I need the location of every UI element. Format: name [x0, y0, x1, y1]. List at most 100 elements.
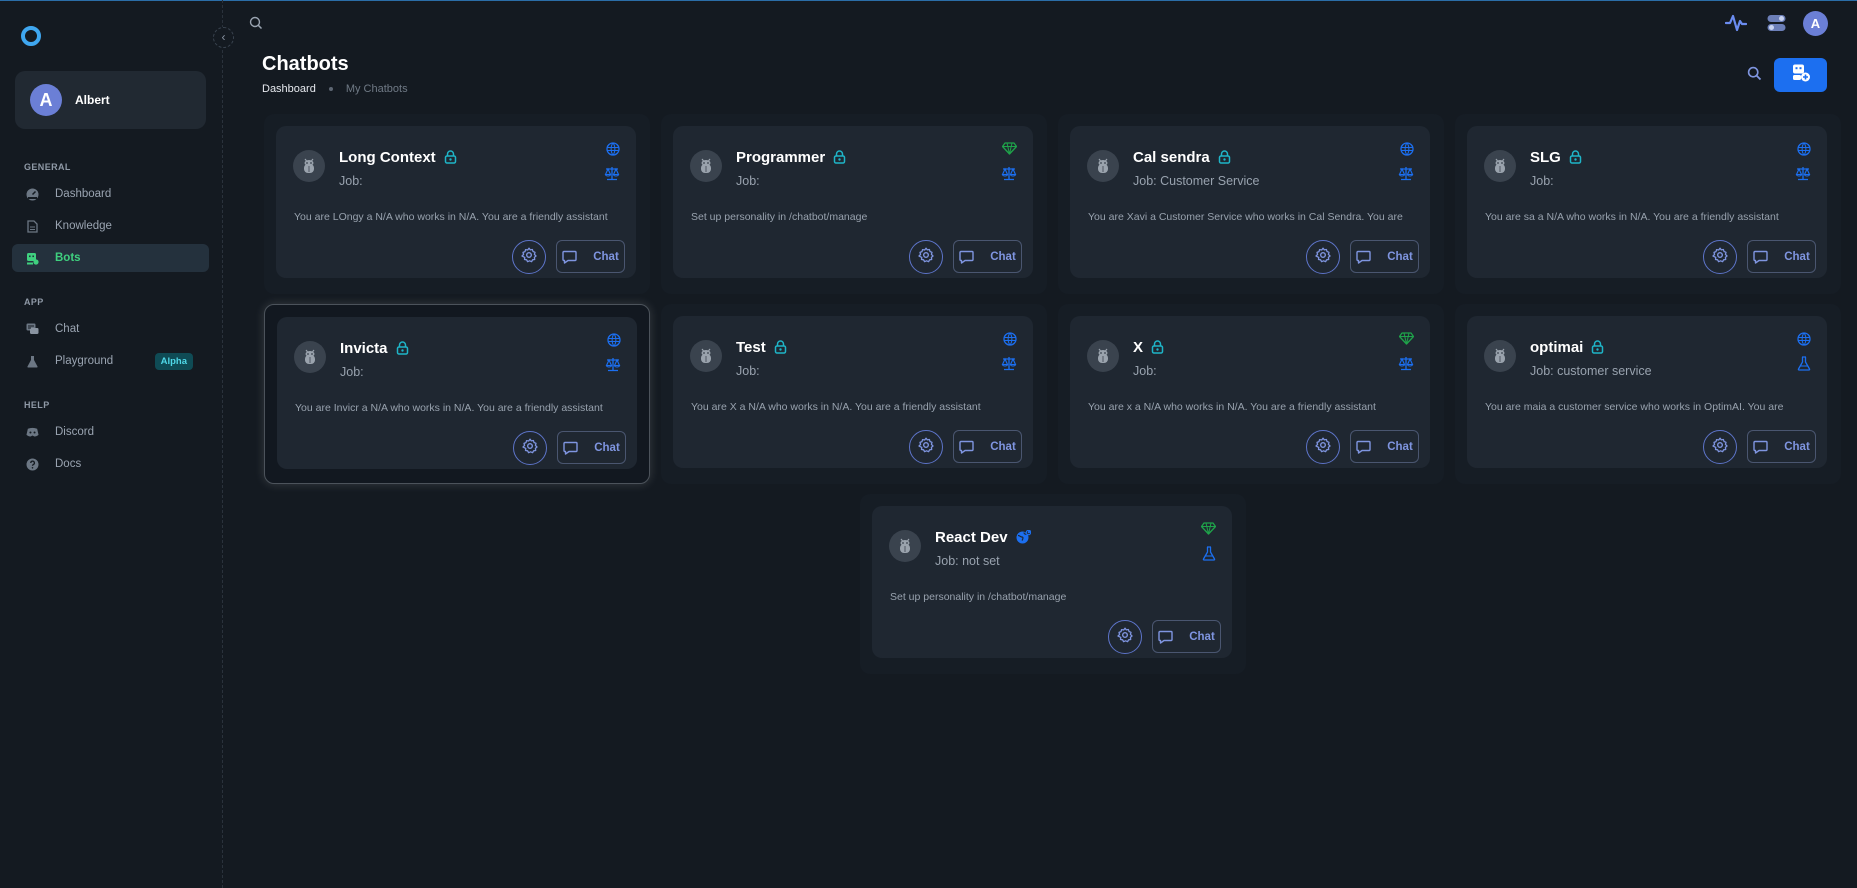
gear-icon: [1712, 247, 1728, 268]
lock-icon: [396, 341, 409, 359]
scale-icon: [605, 357, 621, 377]
bot-card-body[interactable]: Test Job: You are X a N/A who works in N…: [673, 316, 1033, 468]
bot-name-text: Long Context: [339, 149, 436, 166]
bot-settings-button[interactable]: [1306, 430, 1340, 464]
bot-avatar-icon: [889, 530, 921, 562]
chat-button-label: Chat: [1784, 250, 1810, 263]
chat-icon: [26, 323, 39, 336]
bot-chat-button[interactable]: Chat: [557, 431, 626, 464]
bot-card-body[interactable]: optimai Job: customer service You are ma…: [1467, 316, 1827, 468]
user-card[interactable]: A Albert: [15, 71, 206, 129]
flask-icon: [1202, 546, 1216, 566]
scale-icon: [1795, 166, 1811, 186]
bot-job: Job:: [1133, 364, 1157, 378]
help-icon: [26, 458, 39, 471]
bot-name: React Dev: [935, 529, 1031, 548]
add-bot-icon: [1791, 63, 1811, 88]
chat-button-label: Chat: [593, 250, 619, 263]
add-bot-button[interactable]: [1774, 58, 1827, 92]
bot-card-body[interactable]: Cal sendra Job: Customer Service You are…: [1070, 126, 1430, 278]
bot-card[interactable]: Long Context Job: You are LOngy a N/A wh…: [264, 114, 650, 294]
bot-description: You are Xavi a Customer Service who work…: [1088, 211, 1403, 223]
bot-chat-button[interactable]: Chat: [1747, 430, 1816, 463]
settings-toggle-icon[interactable]: [1767, 14, 1786, 37]
sidebar-item-discord[interactable]: Discord: [12, 418, 209, 446]
scale-icon: [1001, 166, 1017, 186]
bot-card[interactable]: Test Job: You are X a N/A who works in N…: [661, 304, 1047, 484]
chat-bubble-icon: [1356, 440, 1379, 454]
bot-card-body[interactable]: Invicta Job: You are Invicr a N/A who wo…: [277, 317, 637, 469]
bot-chat-button[interactable]: Chat: [953, 240, 1022, 273]
bot-settings-button[interactable]: [512, 240, 546, 274]
bot-settings-button[interactable]: [1703, 430, 1737, 464]
bot-card-body[interactable]: Long Context Job: You are LOngy a N/A wh…: [276, 126, 636, 278]
header-avatar[interactable]: A: [1803, 11, 1828, 36]
bot-name: optimai: [1530, 339, 1604, 358]
bot-card-body[interactable]: Programmer Job: Set up personality in /c…: [673, 126, 1033, 278]
discord-icon: [26, 426, 39, 439]
sidebar-item-dashboard[interactable]: Dashboard: [12, 180, 209, 208]
chat-bubble-icon: [562, 250, 585, 264]
bot-card[interactable]: X Job: You are x a N/A who works in N/A.…: [1058, 304, 1444, 484]
bot-name-text: Invicta: [340, 340, 388, 357]
public-globe-icon: [1016, 529, 1031, 548]
bot-name-text: optimai: [1530, 339, 1584, 356]
bot-chat-button[interactable]: Chat: [1350, 430, 1419, 463]
bot-job: Job: not set: [935, 554, 1000, 568]
bot-chat-button[interactable]: Chat: [1152, 620, 1221, 653]
section-title-help: HELP: [24, 400, 50, 410]
bot-settings-button[interactable]: [1306, 240, 1340, 274]
activity-icon[interactable]: [1724, 13, 1748, 38]
sidebar-item-docs[interactable]: Docs: [12, 450, 209, 478]
bot-settings-button[interactable]: [909, 240, 943, 274]
globe-icon: [1797, 332, 1811, 351]
bot-name: Test: [736, 339, 787, 358]
bot-chat-button[interactable]: Chat: [1747, 240, 1816, 273]
bot-name-text: React Dev: [935, 529, 1008, 546]
bot-avatar-icon: [1484, 340, 1516, 372]
search-icon[interactable]: [249, 16, 263, 35]
breadcrumb-current: My Chatbots: [345, 83, 408, 95]
bot-card[interactable]: SLG Job: You are sa a N/A who works in N…: [1455, 114, 1841, 294]
bot-card-body[interactable]: X Job: You are x a N/A who works in N/A.…: [1070, 316, 1430, 468]
bot-name: X: [1133, 339, 1164, 358]
bot-job: Job:: [340, 365, 364, 379]
bot-card[interactable]: Programmer Job: Set up personality in /c…: [661, 114, 1047, 294]
app-logo[interactable]: [21, 26, 41, 46]
bot-chat-button[interactable]: Chat: [556, 240, 625, 273]
bot-settings-button[interactable]: [909, 430, 943, 464]
bot-card[interactable]: optimai Job: customer service You are ma…: [1455, 304, 1841, 484]
top-accent-line: [0, 0, 1857, 1]
bot-chat-button[interactable]: Chat: [953, 430, 1022, 463]
bot-chat-button[interactable]: Chat: [1350, 240, 1419, 273]
bot-card[interactable]: Invicta Job: You are Invicr a N/A who wo…: [264, 304, 650, 484]
bot-card[interactable]: React Dev Job: not set Set up personalit…: [860, 494, 1246, 674]
gear-icon: [1315, 247, 1331, 268]
search-bots-icon[interactable]: [1747, 66, 1762, 86]
bot-settings-button[interactable]: [1108, 620, 1142, 654]
sidebar-item-playground[interactable]: Playground Alpha: [12, 347, 209, 375]
gear-icon: [1712, 437, 1728, 458]
bot-avatar-icon: [293, 150, 325, 182]
sidebar-collapse-button[interactable]: ‹: [213, 27, 234, 48]
bot-name-text: Programmer: [736, 149, 826, 166]
sidebar-item-knowledge[interactable]: Knowledge: [12, 212, 209, 240]
globe-icon: [607, 333, 621, 352]
sidebar-item-bots[interactable]: Bots: [12, 244, 209, 272]
diamond-icon: [1001, 142, 1018, 160]
gear-icon: [1315, 437, 1331, 458]
bot-card[interactable]: Cal sendra Job: Customer Service You are…: [1058, 114, 1444, 294]
gear-icon: [1117, 627, 1133, 648]
bot-settings-button[interactable]: [513, 431, 547, 465]
bot-avatar-icon: [294, 341, 326, 373]
bot-settings-button[interactable]: [1703, 240, 1737, 274]
bot-card-body[interactable]: SLG Job: You are sa a N/A who works in N…: [1467, 126, 1827, 278]
diamond-icon: [1200, 522, 1217, 540]
globe-icon: [1797, 142, 1811, 161]
sidebar-item-label: Chat: [55, 323, 80, 335]
bot-avatar-icon: [690, 150, 722, 182]
sidebar-item-chat[interactable]: Chat: [12, 315, 209, 343]
bot-card-body[interactable]: React Dev Job: not set Set up personalit…: [872, 506, 1232, 658]
gear-icon: [918, 437, 934, 458]
breadcrumb-dashboard[interactable]: Dashboard: [262, 83, 316, 95]
